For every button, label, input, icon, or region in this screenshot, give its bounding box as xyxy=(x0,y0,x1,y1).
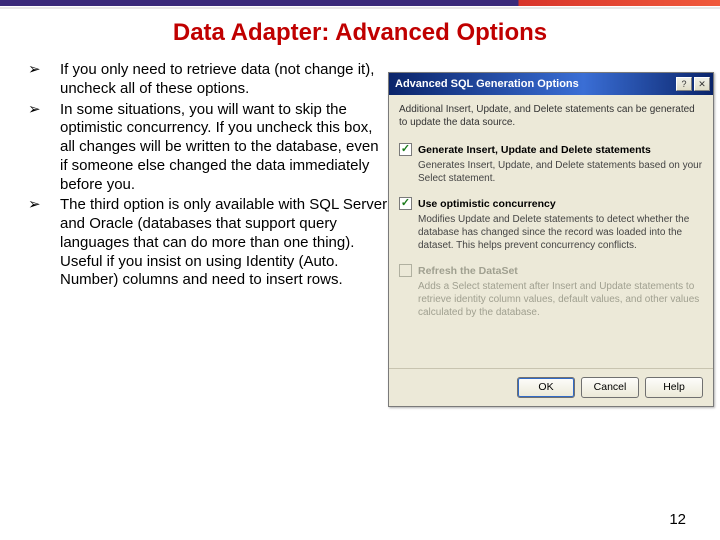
option-description: Adds a Select statement after Insert and… xyxy=(418,280,703,319)
close-icon[interactable]: ✕ xyxy=(694,77,710,91)
help-button[interactable]: Help xyxy=(645,377,703,398)
option-description: Generates Insert, Update, and Delete sta… xyxy=(418,159,703,185)
option-refresh-dataset: Refresh the DataSet Adds a Select statem… xyxy=(399,264,703,319)
dialog-body: Additional Insert, Update, and Delete st… xyxy=(389,95,713,337)
dialog-titlebar[interactable]: Advanced SQL Generation Options ? ✕ xyxy=(389,73,713,95)
dialog-footer: OK Cancel Help xyxy=(389,368,713,406)
option-generate-statements: Generate Insert, Update and Delete state… xyxy=(399,143,703,185)
bullet-list: If you only need to retrieve data (not c… xyxy=(28,61,388,290)
dialog-title: Advanced SQL Generation Options xyxy=(395,78,579,90)
bullet-text: The third option is only available with … xyxy=(50,196,388,290)
help-icon[interactable]: ? xyxy=(676,77,692,91)
page-number: 12 xyxy=(669,511,686,528)
cancel-button[interactable]: Cancel xyxy=(581,377,639,398)
bullet-item: If you only need to retrieve data (not c… xyxy=(28,61,388,99)
bullet-text: In some situations, you will want to ski… xyxy=(50,101,388,195)
bullet-text: If you only need to retrieve data (not c… xyxy=(50,61,388,99)
option-label: Use optimistic concurrency xyxy=(418,198,556,210)
option-label: Generate Insert, Update and Delete state… xyxy=(418,144,651,156)
titlebar-buttons: ? ✕ xyxy=(676,77,710,91)
advanced-sql-options-dialog: Advanced SQL Generation Options ? ✕ Addi… xyxy=(388,72,714,407)
dialog-intro: Additional Insert, Update, and Delete st… xyxy=(399,103,703,129)
checkbox-concurrency[interactable] xyxy=(399,197,412,210)
slide-top-bar xyxy=(0,0,720,6)
option-label: Refresh the DataSet xyxy=(418,265,518,277)
ok-button[interactable]: OK xyxy=(517,377,575,398)
checkbox-refresh xyxy=(399,264,412,277)
option-description: Modifies Update and Delete statements to… xyxy=(418,213,703,252)
slide-title: Data Adapter: Advanced Options xyxy=(0,19,720,47)
option-optimistic-concurrency: Use optimistic concurrency Modifies Upda… xyxy=(399,197,703,252)
bullet-item: The third option is only available with … xyxy=(28,196,388,290)
slide-divider xyxy=(0,7,720,9)
bullet-item: In some situations, you will want to ski… xyxy=(28,101,388,195)
checkbox-generate[interactable] xyxy=(399,143,412,156)
